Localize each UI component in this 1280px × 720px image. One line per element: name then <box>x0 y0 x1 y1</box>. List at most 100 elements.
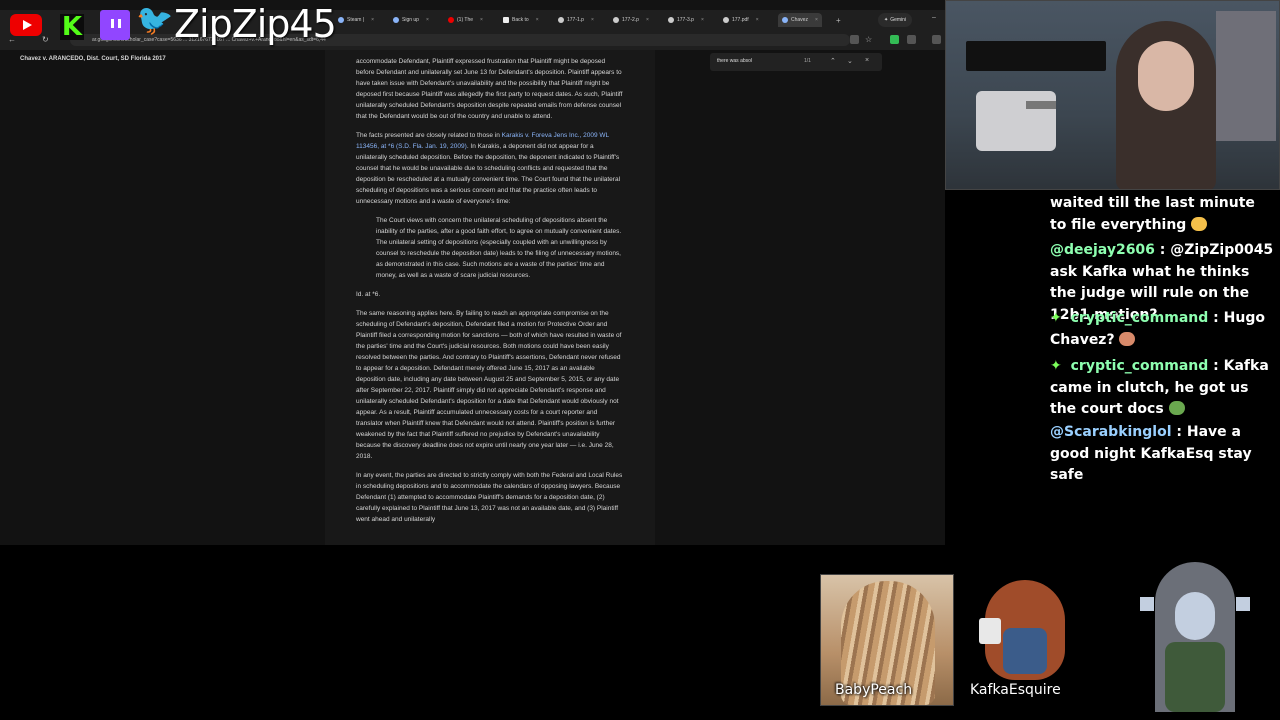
paragraph-text: . In Karakis, a deponent did not appear … <box>356 143 621 205</box>
stream-screen: Steam | × Sign up × (1) The × Back to × 177-… <box>0 0 1280 720</box>
scholar-icon <box>782 17 788 23</box>
globe-icon <box>723 17 729 23</box>
streamer-face <box>1138 41 1194 111</box>
star-icon[interactable]: ☆ <box>865 35 872 44</box>
extension-icon[interactable] <box>890 35 899 44</box>
tab-label: 177-1.p <box>567 17 584 23</box>
tab-177-1[interactable]: 177-1.p × <box>558 13 594 27</box>
paragraph-text: The facts presented are closely related … <box>356 132 502 139</box>
youtube-icon <box>10 14 42 36</box>
close-icon[interactable]: × <box>536 17 539 23</box>
close-icon[interactable]: × <box>646 17 649 23</box>
extension-icon[interactable] <box>850 35 859 44</box>
kick-icon: K <box>60 12 84 42</box>
close-icon[interactable]: × <box>701 17 704 23</box>
globe-icon <box>668 17 674 23</box>
chat-message: ✦ cryptic_command : Kafka came in clutch… <box>1050 356 1275 421</box>
chat-username[interactable]: @deejay2606 <box>1050 242 1155 258</box>
tab-177-3[interactable]: 177-3.p × <box>668 13 704 27</box>
tab-label: Sign up <box>402 17 419 23</box>
document-body: accommodate Defendant, Plaintiff express… <box>356 56 624 533</box>
chat-text: waited till the last minute to file ever… <box>1050 195 1255 233</box>
close-icon[interactable]: × <box>865 57 869 64</box>
tab-sign-up[interactable]: Sign up × <box>393 13 429 27</box>
kafkaesquire-avatar <box>975 580 1085 690</box>
paragraph: In any event, the parties are directed t… <box>356 472 623 523</box>
extensions-icon[interactable] <box>907 35 916 44</box>
webcam-feed <box>945 0 1280 190</box>
piano <box>966 41 1106 71</box>
cloak <box>1165 642 1225 712</box>
tab-177-2[interactable]: 177-2.p × <box>613 13 649 27</box>
tab-back-to[interactable]: Back to × <box>503 13 539 27</box>
close-icon[interactable]: × <box>815 17 818 23</box>
block-quote: The Court views with concern the unilate… <box>376 217 622 279</box>
tab-youtube[interactable]: (1) The × <box>448 13 483 27</box>
paragraph: The same reasoning applies here. By fail… <box>356 310 622 460</box>
badge-icon: ✦ <box>1050 310 1062 326</box>
emote-icon <box>1119 331 1136 346</box>
tab-label: 177.pdf <box>732 17 749 23</box>
chat-message: @Scarabkinglol : Have a good night Kafka… <box>1050 422 1275 487</box>
emote-icon <box>1168 401 1185 415</box>
k-icon <box>503 17 509 23</box>
case-document: accommodate Defendant, Plaintiff express… <box>325 50 655 545</box>
close-icon[interactable]: × <box>591 17 594 23</box>
tab-steam[interactable]: Steam | × <box>338 13 374 27</box>
find-input[interactable]: there was absol <box>717 58 752 64</box>
tab-label: Chavez <box>791 17 808 23</box>
browser-window: Steam | × Sign up × (1) The × Back to × 177-… <box>0 0 945 545</box>
globe-icon <box>613 17 619 23</box>
cup-icon <box>979 618 1001 644</box>
avatar-label: BabyPeach <box>835 682 913 698</box>
tiktok-icon <box>393 17 399 23</box>
find-count: 1/1 <box>804 58 811 64</box>
paragraph: The facts presented are closely related … <box>356 130 624 207</box>
sparkle-icon: ✦ <box>884 17 889 23</box>
tab-label: 177-3.p <box>677 17 694 23</box>
social-overlay: K 🐦 ZipZip45 <box>0 0 340 46</box>
tab-label: (1) The <box>457 17 474 23</box>
chat-username[interactable]: cryptic_command <box>1071 310 1209 326</box>
bookshelf <box>1216 11 1276 141</box>
gemini-label: Gemini <box>890 17 907 23</box>
gemini-button[interactable]: ✦ Gemini <box>878 13 913 27</box>
find-prev-icon[interactable]: ⌃ <box>830 57 836 65</box>
minimize-icon[interactable]: – <box>932 14 936 21</box>
twitch-icon <box>100 10 130 40</box>
microphone <box>1026 101 1056 109</box>
emote-icon <box>1191 216 1208 231</box>
cat-tree <box>976 91 1056 151</box>
case-header: Chavez v. ARANCEDO, Dist. Court, SD Flor… <box>20 56 166 62</box>
scholar-page: Chavez v. ARANCEDO, Dist. Court, SD Flor… <box>0 50 945 545</box>
tab-label: Back to <box>512 17 529 23</box>
elf-avatar <box>1140 562 1250 712</box>
id-citation: Id. at *6. <box>356 291 381 298</box>
close-icon[interactable]: × <box>480 17 483 23</box>
tab-177-pdf[interactable]: 177.pdf × <box>723 13 759 27</box>
streamer-handle: ZipZip45 <box>174 2 337 46</box>
twitter-icon: 🐦 <box>136 4 174 37</box>
shirt <box>1003 628 1047 674</box>
close-icon[interactable]: × <box>426 17 429 23</box>
youtube-tab-icon <box>448 17 454 23</box>
chat-username[interactable]: cryptic_command <box>1071 358 1209 374</box>
chat-username[interactable]: @Scarabkinglol <box>1050 424 1172 440</box>
close-icon[interactable]: × <box>756 17 759 23</box>
globe-icon <box>558 17 564 23</box>
tab-label: Steam | <box>347 17 365 23</box>
close-icon[interactable]: × <box>371 17 374 23</box>
elf-face <box>1175 592 1215 640</box>
tab-chavez[interactable]: Chavez × <box>778 13 822 27</box>
paragraph: accommodate Defendant, Plaintiff express… <box>356 58 623 120</box>
chat-panel: waited till the last minute to file ever… <box>1040 190 1280 483</box>
new-tab-button[interactable]: + <box>836 13 841 27</box>
avatar-label: KafkaEsquire <box>970 682 1061 698</box>
find-next-icon[interactable]: ⌄ <box>847 57 853 65</box>
tab-label: 177-2.p <box>622 17 639 23</box>
chat-message: ✦ cryptic_command : Hugo Chavez? <box>1050 308 1275 351</box>
chat-message: waited till the last minute to file ever… <box>1050 193 1275 236</box>
find-bar: there was absol 1/1 ⌃ ⌄ × <box>710 53 882 71</box>
badge-icon: ✦ <box>1050 358 1062 374</box>
sidepanel-icon[interactable] <box>932 35 941 44</box>
